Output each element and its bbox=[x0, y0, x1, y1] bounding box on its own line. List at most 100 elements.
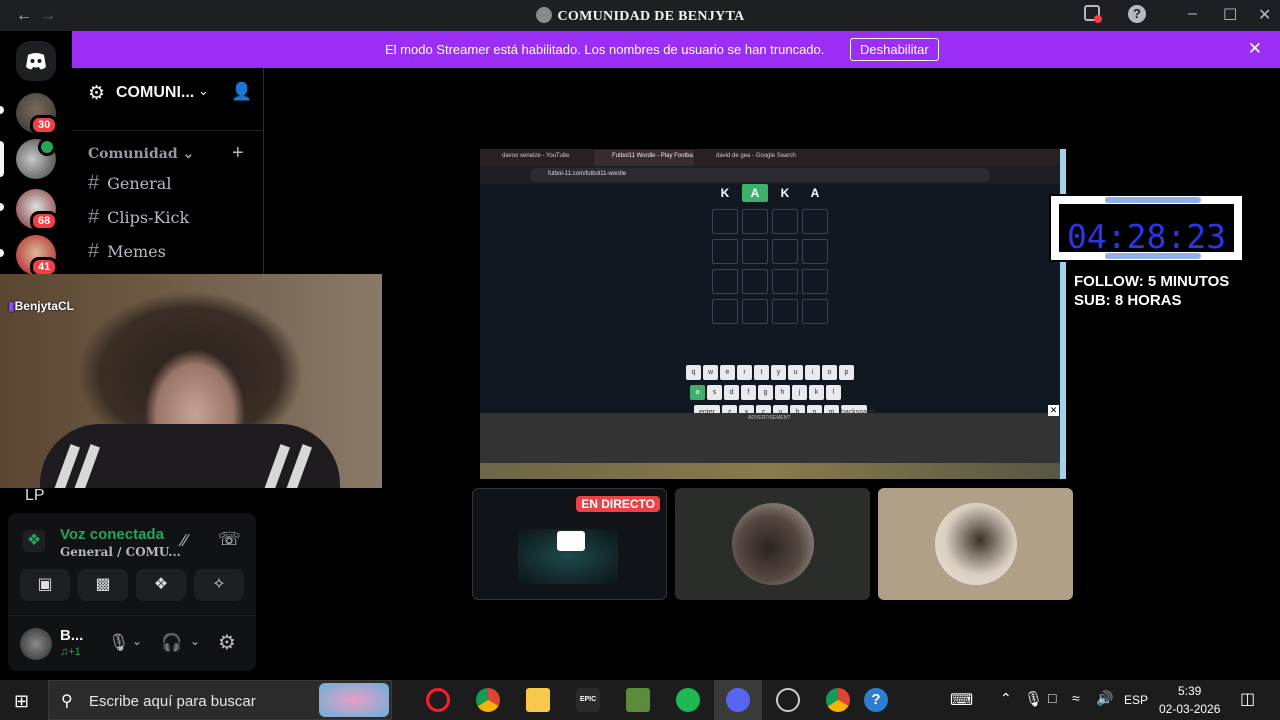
microphone-icon[interactable]: 🎙 bbox=[108, 633, 130, 653]
chevron-down-icon[interactable]: ⌄ bbox=[132, 634, 142, 648]
voice-status[interactable]: Voz conectada bbox=[60, 526, 164, 543]
keyboard-key[interactable]: q bbox=[686, 365, 701, 380]
soundboard-icon: ✧ bbox=[212, 576, 226, 593]
language-indicator[interactable]: ESP bbox=[1124, 693, 1148, 707]
keyboard-key[interactable]: k bbox=[809, 385, 824, 400]
disable-streamer-button[interactable]: Deshabilitar bbox=[850, 38, 939, 61]
keyboard-key[interactable]: w bbox=[703, 365, 718, 380]
maximize-icon[interactable]: ☐ bbox=[1223, 5, 1237, 25]
channel-sidebar: ⚙ COMUNI... ⌄ 👤 Comunidad ⌄ + # General #… bbox=[72, 68, 264, 276]
headphones-icon[interactable]: 🎧 bbox=[161, 633, 182, 653]
keyboard-key[interactable]: e bbox=[720, 365, 735, 380]
streamed-taskbar bbox=[480, 463, 1060, 479]
file-explorer-icon[interactable] bbox=[526, 688, 550, 712]
browser-tab[interactable]: davoo xeneize - YouTube bbox=[502, 153, 570, 159]
signal-icon[interactable]: ❖ bbox=[23, 530, 45, 552]
channel-memes[interactable]: # Memes bbox=[88, 240, 166, 263]
keyboard-key[interactable]: p bbox=[839, 365, 854, 380]
inbox-icon[interactable] bbox=[1084, 5, 1102, 26]
keyboard-key[interactable]: s bbox=[707, 385, 722, 400]
soundboard-button[interactable]: ✧ bbox=[194, 569, 244, 601]
grid-cell bbox=[742, 269, 768, 294]
keyboard-key[interactable]: o bbox=[822, 365, 837, 380]
add-channel-icon[interactable]: + bbox=[232, 142, 244, 165]
chrome-icon[interactable] bbox=[826, 688, 850, 712]
keyboard-key[interactable]: r bbox=[737, 365, 752, 380]
close-banner-icon[interactable]: ✕ bbox=[1248, 39, 1262, 59]
guess-letter: A bbox=[810, 186, 820, 200]
discord-home-button[interactable] bbox=[16, 41, 56, 81]
clock-date[interactable]: 02-03-2026 bbox=[1159, 702, 1220, 716]
grid-cell bbox=[712, 299, 738, 324]
notifications-icon[interactable]: ◫ bbox=[1240, 689, 1255, 709]
spotify-icon[interactable] bbox=[676, 688, 700, 712]
wifi-icon[interactable]: ≈ bbox=[1072, 690, 1080, 706]
volume-icon[interactable]: 🔊 bbox=[1096, 690, 1113, 707]
disconnect-icon[interactable]: ☏ bbox=[218, 529, 241, 550]
grid-cell bbox=[772, 209, 798, 234]
opera-icon[interactable] bbox=[426, 688, 450, 712]
stream-preview-tile[interactable]: EN DIRECTO bbox=[472, 488, 667, 600]
keyboard-key[interactable]: h bbox=[775, 385, 790, 400]
browser-tab[interactable]: Futbol11 Wordle - Play Footba bbox=[612, 153, 693, 159]
help-icon[interactable]: ? bbox=[1128, 5, 1146, 23]
chevron-up-icon[interactable]: ⌃ bbox=[1000, 690, 1012, 707]
participant-tile[interactable] bbox=[675, 488, 870, 600]
keyboard-icon[interactable]: ⌨ bbox=[950, 690, 973, 710]
taskbar-search[interactable]: ⚲ Escribe aquí para buscar bbox=[48, 680, 392, 720]
channel-clips-kick[interactable]: # Clips-Kick bbox=[88, 206, 189, 229]
stream-view[interactable]: davoo xeneize - YouTube Futbol11 Wordle … bbox=[480, 149, 1066, 479]
keyboard-key[interactable]: j bbox=[792, 385, 807, 400]
keyboard-key[interactable]: u bbox=[788, 365, 803, 380]
minimize-icon[interactable]: – bbox=[1188, 5, 1197, 23]
windows-start-icon[interactable]: ⊞ bbox=[14, 691, 29, 712]
screen-share-button[interactable]: ▩ bbox=[78, 569, 128, 601]
category-header[interactable]: Comunidad ⌄ bbox=[88, 146, 194, 162]
participant-tile[interactable] bbox=[878, 488, 1073, 600]
epic-games-icon[interactable]: EPIC bbox=[576, 688, 600, 712]
chevron-down-icon[interactable]: ⌄ bbox=[190, 634, 200, 648]
clock-time[interactable]: 5:39 bbox=[1178, 684, 1201, 698]
keyboard-key[interactable]: f bbox=[741, 385, 756, 400]
invite-people-icon[interactable]: 👤 bbox=[231, 82, 252, 102]
noise-suppression-icon[interactable]: ∕∕ bbox=[182, 531, 188, 551]
chrome-icon[interactable] bbox=[476, 688, 500, 712]
grid-cell bbox=[742, 299, 768, 324]
unread-pill bbox=[0, 203, 4, 211]
channel-general[interactable]: # General bbox=[88, 172, 171, 195]
voice-channel-name[interactable]: General / COMU... bbox=[60, 545, 181, 559]
avatar[interactable] bbox=[20, 628, 52, 660]
chevron-down-icon[interactable]: ⌄ bbox=[198, 83, 209, 99]
discord-logo-icon bbox=[26, 53, 46, 70]
webcam-overlay: ▮BenjytaCL bbox=[0, 274, 382, 488]
keyboard-key[interactable]: d bbox=[724, 385, 739, 400]
ad-label: ADVERTISEMENT bbox=[748, 415, 791, 421]
minecraft-icon[interactable] bbox=[626, 688, 650, 712]
keyboard-key[interactable]: a bbox=[690, 385, 705, 400]
grid-cell bbox=[802, 239, 828, 264]
browser-tab[interactable]: david de gea - Google Search bbox=[716, 153, 796, 159]
server-name[interactable]: COMUNI... bbox=[116, 84, 194, 102]
keyboard-key[interactable]: y bbox=[771, 365, 786, 380]
microphone-tray-icon[interactable]: 🎙 bbox=[1024, 690, 1043, 708]
windows-taskbar: ⊞ ⚲ Escribe aquí para buscar EPIC ? ⌨ ⌃ … bbox=[0, 680, 1280, 720]
hashtag-icon: # bbox=[88, 240, 100, 262]
app-icon[interactable] bbox=[776, 688, 800, 712]
user-name[interactable]: B... bbox=[60, 627, 83, 644]
grid-cell bbox=[802, 209, 828, 234]
help-app-icon[interactable]: ? bbox=[864, 688, 888, 712]
camera-off-button[interactable]: ▣ bbox=[20, 569, 70, 601]
network-icon[interactable]: □ bbox=[1048, 690, 1056, 706]
close-ad-icon[interactable]: ✕ bbox=[1048, 405, 1059, 416]
twitch-icon: ▮ bbox=[8, 299, 15, 313]
url-text[interactable]: futbol-11.com/futbol11-wordle bbox=[548, 171, 626, 177]
keyboard-key[interactable]: t bbox=[754, 365, 769, 380]
keyboard-key[interactable]: i bbox=[805, 365, 820, 380]
hashtag-icon: # bbox=[88, 206, 100, 228]
close-window-icon[interactable]: ✕ bbox=[1258, 5, 1271, 25]
settings-gear-icon[interactable]: ⚙ bbox=[218, 630, 236, 655]
discord-taskbar-icon[interactable] bbox=[726, 688, 750, 712]
keyboard-key[interactable]: l bbox=[826, 385, 841, 400]
activities-button[interactable]: ❖ bbox=[136, 569, 186, 601]
keyboard-key[interactable]: g bbox=[758, 385, 773, 400]
